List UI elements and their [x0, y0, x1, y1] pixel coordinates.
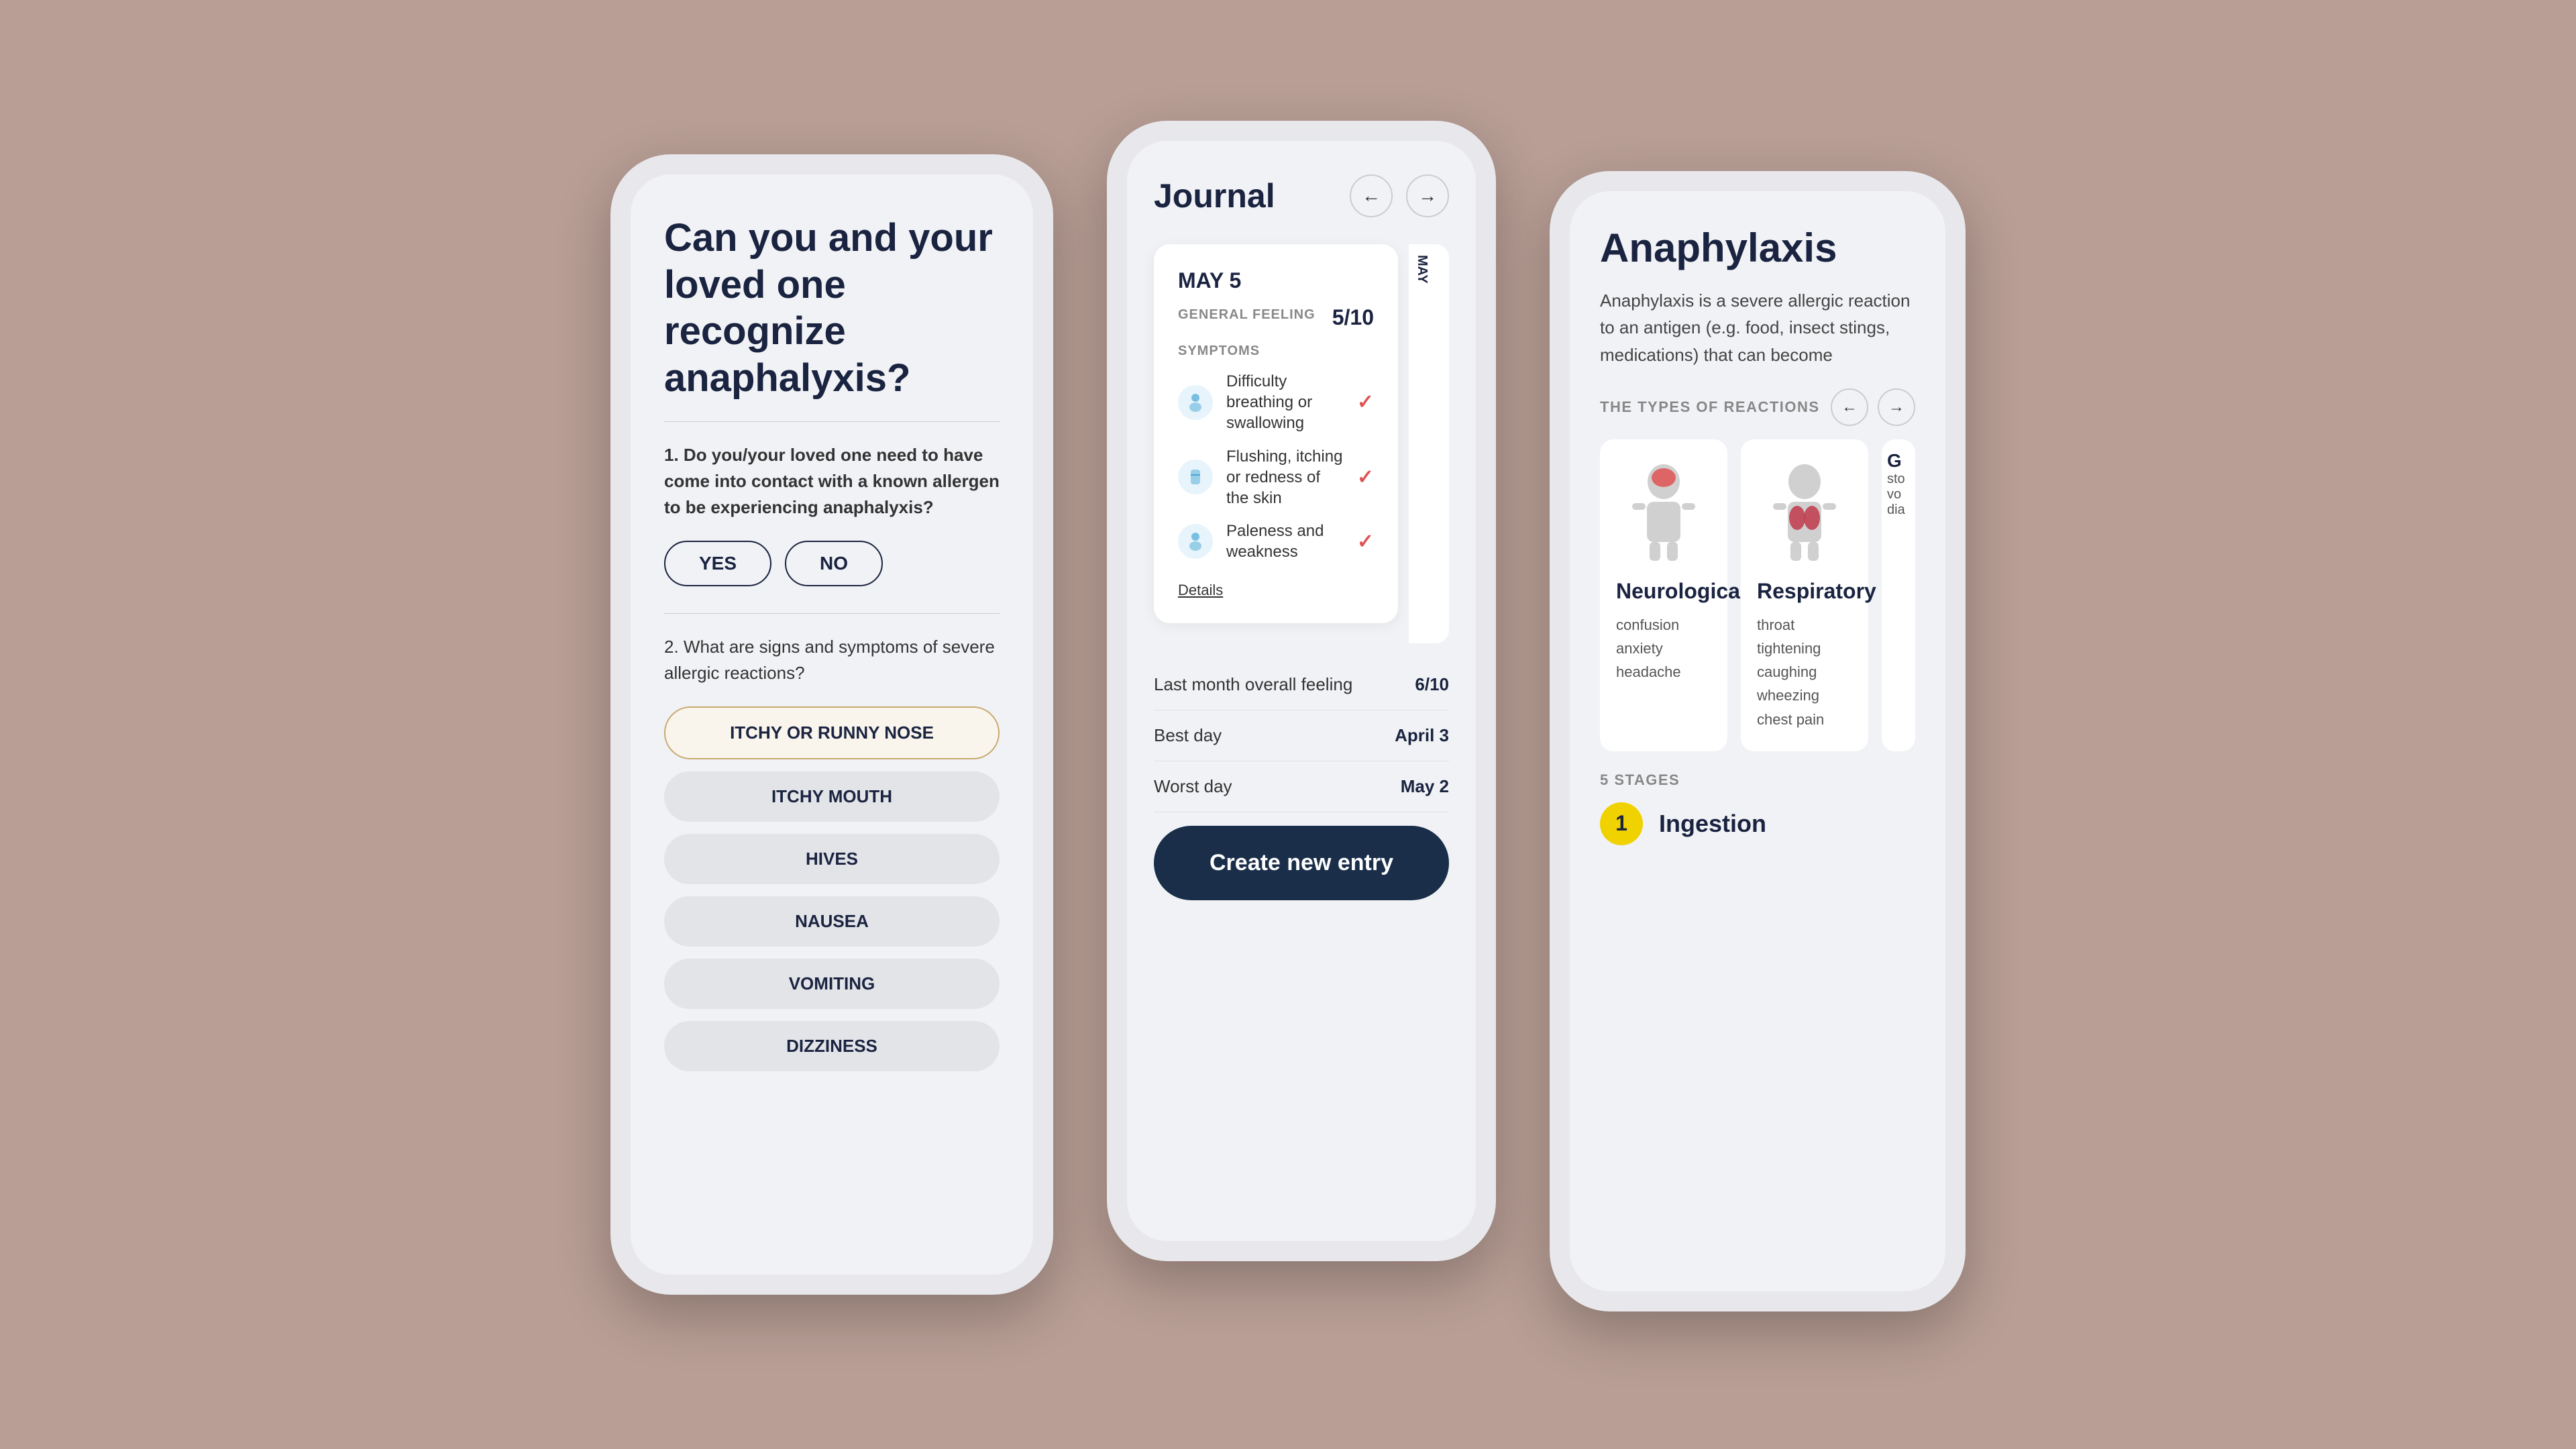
- phone-1: Can you and your loved one recognize ana…: [610, 154, 1053, 1295]
- option-hives[interactable]: HIVES: [664, 834, 1000, 884]
- general-feeling-score: 5/10: [1332, 305, 1374, 330]
- journal-header: Journal ← →: [1154, 174, 1449, 217]
- symptom-icon-3: [1178, 524, 1213, 559]
- option-itchy-mouth[interactable]: ITCHY MOUTH: [664, 771, 1000, 822]
- no-button[interactable]: NO: [785, 541, 883, 586]
- reactions-back-btn[interactable]: ←: [1831, 388, 1868, 426]
- partial-card: MAY: [1409, 244, 1449, 643]
- option-vomiting[interactable]: VOMITING: [664, 959, 1000, 1009]
- journal-nav: ← →: [1350, 174, 1449, 217]
- symptom-icon-1: [1178, 385, 1213, 420]
- neurological-name: Neurological: [1616, 579, 1711, 604]
- neurological-card: Neurological confusionanxietyheadache: [1600, 439, 1727, 751]
- reaction-cards-row: Neurological confusionanxietyheadache: [1600, 439, 1915, 751]
- page-title: Can you and your loved one recognize ana…: [664, 215, 1000, 401]
- stat-worst-day: Worst day May 2: [1154, 761, 1449, 812]
- stat-best-label: Best day: [1154, 725, 1222, 746]
- symptom-row-3: Paleness and weakness ✓: [1178, 521, 1374, 562]
- details-link[interactable]: Details: [1178, 582, 1223, 599]
- divider-2: [664, 613, 1000, 614]
- question-2: 2. What are signs and symptoms of severe…: [664, 634, 1000, 686]
- symptom-text-1: Difficulty breathing or swallowing: [1226, 371, 1344, 434]
- stat-worst-value: May 2: [1401, 776, 1449, 797]
- stages-label: 5 STAGES: [1600, 771, 1915, 789]
- symptom-icon-2: [1178, 460, 1213, 494]
- stat-best-day: Best day April 3: [1154, 710, 1449, 761]
- yes-no-buttons: YES NO: [664, 541, 1000, 586]
- stage-1-row: 1 Ingestion: [1600, 802, 1915, 845]
- reactions-label: THE TYPES OF REACTIONS: [1600, 398, 1820, 416]
- create-entry-button[interactable]: Create new entry: [1154, 826, 1449, 900]
- respiratory-name: Respiratory: [1757, 579, 1852, 604]
- neurological-image: [1616, 460, 1711, 567]
- journal-stats: Last month overall feeling 6/10 Best day…: [1154, 659, 1449, 812]
- symptom-text-2: Flushing, itching or redness of the skin: [1226, 446, 1344, 509]
- symptom-options-list: ITCHY OR RUNNY NOSE ITCHY MOUTH HIVES NA…: [664, 706, 1000, 1071]
- neurological-symptoms: confusionanxietyheadache: [1616, 613, 1711, 684]
- symptom-check-2: ✓: [1357, 466, 1374, 489]
- symptom-text-3: Paleness and weakness: [1226, 521, 1344, 562]
- symptoms-label: SYMPTOMS: [1178, 343, 1374, 359]
- option-nausea[interactable]: NAUSEA: [664, 896, 1000, 947]
- symptom-row-2: Flushing, itching or redness of the skin…: [1178, 446, 1374, 509]
- partial-reaction-name: G: [1887, 450, 1910, 472]
- symptom-check-3: ✓: [1357, 530, 1374, 553]
- stat-worst-label: Worst day: [1154, 776, 1232, 797]
- stat-overall-value: 6/10: [1415, 674, 1449, 695]
- respiratory-image: [1757, 460, 1852, 567]
- partial-reaction-symptoms: stovodia: [1887, 472, 1910, 518]
- stage-1-number: 1: [1600, 802, 1643, 845]
- entry-date: MAY 5: [1178, 268, 1374, 293]
- option-dizziness[interactable]: DIZZINESS: [664, 1021, 1000, 1071]
- anaphylaxis-title: Anaphylaxis: [1600, 225, 1915, 271]
- stat-overall-label: Last month overall feeling: [1154, 674, 1352, 695]
- partial-date: MAY: [1414, 255, 1430, 284]
- divider-1: [664, 421, 1000, 422]
- journal-entry-card: MAY 5 GENERAL FEELING 5/10 SYMPTOMS: [1154, 244, 1398, 623]
- question-1: 1. Do you/your loved one need to have co…: [664, 442, 1000, 521]
- respiratory-card: Respiratory throat tighteningcaughingwhe…: [1741, 439, 1868, 751]
- nav-forward-button[interactable]: →: [1406, 174, 1449, 217]
- partial-reaction-card: G stovodia: [1882, 439, 1915, 751]
- phone-2: Journal ← → MAY 5 GENERAL FEELING 5/10 S…: [1107, 121, 1496, 1261]
- stage-1-name: Ingestion: [1659, 810, 1766, 838]
- option-itchy-nose[interactable]: ITCHY OR RUNNY NOSE: [664, 706, 1000, 759]
- phone-3: Anaphylaxis Anaphylaxis is a severe alle…: [1550, 171, 1966, 1311]
- anaphylaxis-description: Anaphylaxis is a severe allergic reactio…: [1600, 287, 1915, 368]
- respiratory-symptoms: throat tighteningcaughingwheezingchest p…: [1757, 613, 1852, 731]
- journal-title: Journal: [1154, 176, 1275, 215]
- general-feeling-row: GENERAL FEELING 5/10: [1178, 305, 1374, 330]
- stat-best-value: April 3: [1395, 725, 1449, 746]
- reactions-header: THE TYPES OF REACTIONS ← →: [1600, 388, 1915, 426]
- symptom-check-1: ✓: [1357, 390, 1374, 414]
- stat-overall: Last month overall feeling 6/10: [1154, 659, 1449, 710]
- symptom-row-1: Difficulty breathing or swallowing ✓: [1178, 371, 1374, 434]
- reactions-nav: ← →: [1831, 388, 1915, 426]
- general-feeling-label: GENERAL FEELING: [1178, 307, 1316, 323]
- reactions-fwd-btn[interactable]: →: [1878, 388, 1915, 426]
- nav-back-button[interactable]: ←: [1350, 174, 1393, 217]
- yes-button[interactable]: YES: [664, 541, 771, 586]
